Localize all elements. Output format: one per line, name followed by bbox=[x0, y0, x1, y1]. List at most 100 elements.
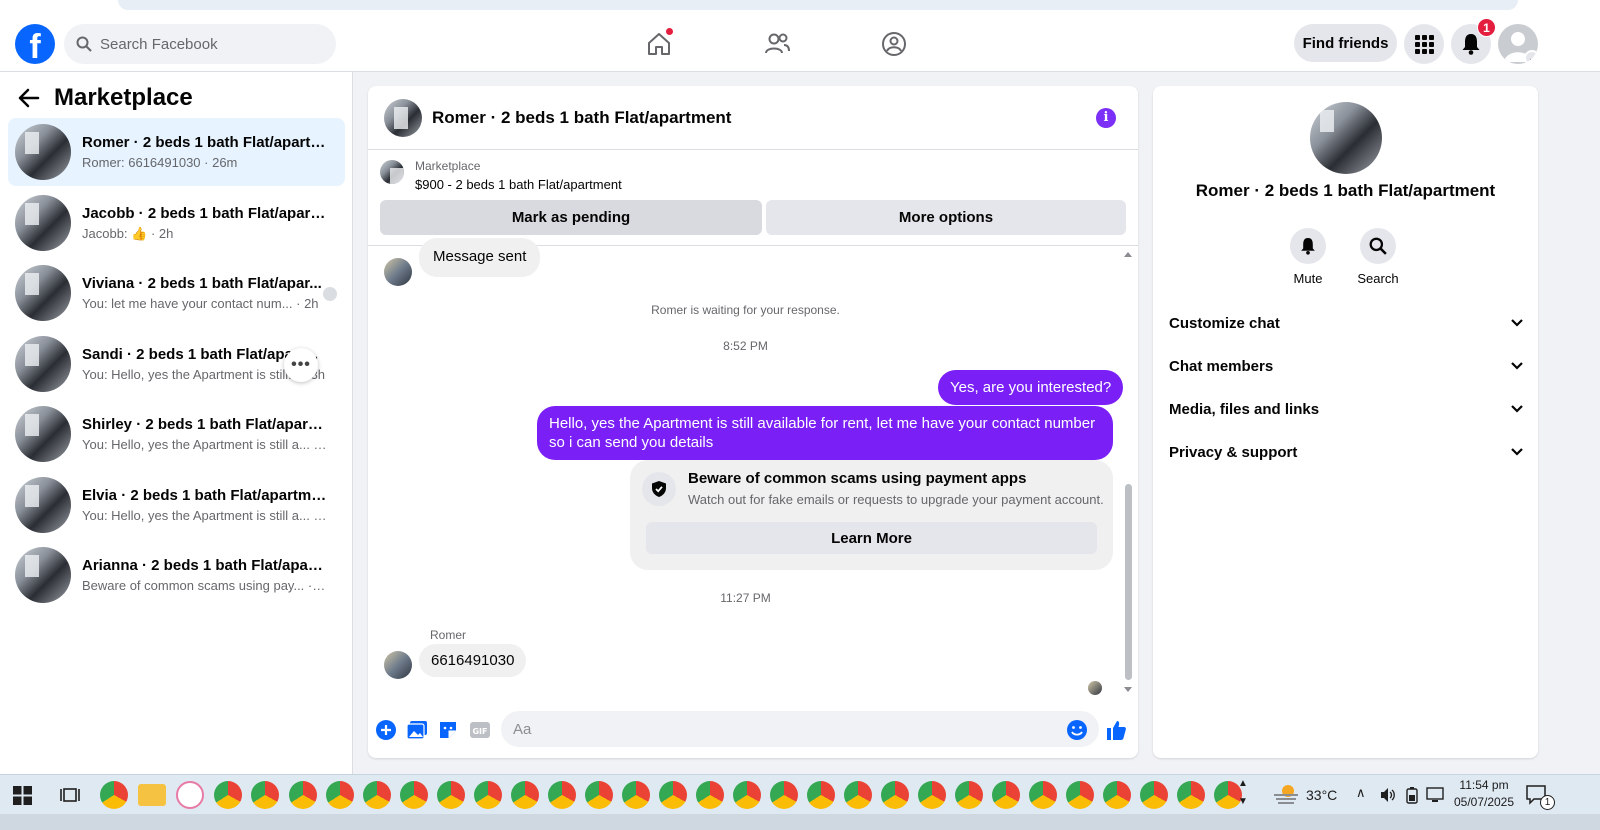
chrome-profile-icon[interactable] bbox=[437, 781, 465, 809]
chrome-profile-icon[interactable] bbox=[844, 781, 872, 809]
windows-taskbar: ▲ ▼ 33°C ∧ 11:54 pm 05/07/2025 1 bbox=[0, 774, 1600, 814]
battery-icon[interactable] bbox=[1405, 786, 1419, 804]
clock-time[interactable]: 11:54 pm bbox=[1452, 778, 1516, 792]
message-input[interactable] bbox=[501, 711, 1099, 747]
marketplace-sidebar: Marketplace Romer · 2 beds 1 bath Flat/a… bbox=[0, 72, 353, 774]
conversation-item[interactable]: Romer · 2 beds 1 bath Flat/apartm... Rome… bbox=[8, 118, 345, 186]
timestamp: 11:27 PM bbox=[720, 591, 771, 605]
conversation-item[interactable]: Viviana · 2 beds 1 bath Flat/apar... You:… bbox=[8, 259, 345, 327]
sticker-icon[interactable] bbox=[436, 718, 460, 742]
windows-start-icon[interactable] bbox=[13, 786, 32, 805]
chrome-profile-icon[interactable] bbox=[474, 781, 502, 809]
account-avatar[interactable]: ⌄ bbox=[1498, 24, 1538, 64]
chrome-profile-icon[interactable] bbox=[289, 781, 317, 809]
nav-friends[interactable] bbox=[757, 26, 797, 62]
conversation-item[interactable]: Shirley · 2 beds 1 bath Flat/apartm... Yo… bbox=[8, 400, 345, 468]
chrome-profile-icon[interactable] bbox=[622, 781, 650, 809]
media-files-links-section[interactable]: Media, files and links bbox=[1169, 389, 1524, 429]
scroll-down-arrow-icon[interactable] bbox=[1124, 687, 1132, 692]
chrome-profile-icon[interactable] bbox=[770, 781, 798, 809]
chrome-profile-icon[interactable] bbox=[807, 781, 835, 809]
file-explorer-icon[interactable] bbox=[138, 784, 166, 806]
task-view-icon[interactable] bbox=[60, 786, 80, 804]
chrome-profile-icon[interactable] bbox=[1029, 781, 1057, 809]
privacy-support-section[interactable]: Privacy & support bbox=[1169, 432, 1524, 472]
chrome-profile-icon[interactable] bbox=[511, 781, 539, 809]
find-friends-button[interactable]: Find friends bbox=[1294, 24, 1397, 62]
thread-scrollbar[interactable] bbox=[1125, 484, 1132, 680]
scroll-up-arrow-icon[interactable] bbox=[1124, 252, 1132, 257]
menu-button[interactable] bbox=[1404, 24, 1444, 64]
thumbs-up-icon[interactable] bbox=[1104, 718, 1128, 742]
chrome-profile-icon[interactable] bbox=[659, 781, 687, 809]
learn-more-button[interactable]: Learn More bbox=[646, 522, 1097, 554]
chrome-profile-icon[interactable] bbox=[696, 781, 724, 809]
chrome-profile-icon[interactable] bbox=[1140, 781, 1168, 809]
chrome-profile-icon[interactable] bbox=[214, 781, 242, 809]
network-icon[interactable] bbox=[1426, 787, 1444, 803]
chrome-profile-icon[interactable] bbox=[1177, 781, 1205, 809]
seen-avatar-icon bbox=[323, 287, 337, 301]
snipping-tool-icon[interactable] bbox=[176, 781, 204, 809]
chrome-profile-icon[interactable] bbox=[1103, 781, 1131, 809]
nav-groups[interactable] bbox=[874, 26, 914, 62]
volume-icon[interactable] bbox=[1380, 787, 1396, 803]
photo-icon[interactable] bbox=[405, 718, 429, 742]
gif-icon[interactable]: GIF bbox=[468, 718, 492, 742]
chrome-profile-icon[interactable] bbox=[326, 781, 354, 809]
listing-price[interactable]: $900 - 2 beds 1 bath Flat/apartment bbox=[415, 177, 622, 192]
back-arrow-icon[interactable] bbox=[18, 88, 40, 108]
screen-bottom-edge bbox=[0, 814, 1600, 830]
conversation-item[interactable]: Elvia · 2 beds 1 bath Flat/apartment You:… bbox=[8, 471, 345, 539]
friends-icon bbox=[765, 33, 790, 54]
chrome-app-icon[interactable] bbox=[100, 781, 128, 809]
conversation-item[interactable]: Jacobb · 2 beds 1 bath Flat/apartm... Jac… bbox=[8, 189, 345, 257]
chrome-profile-icon[interactable] bbox=[585, 781, 613, 809]
message-bubble-outgoing[interactable]: Yes, are you interested? bbox=[938, 370, 1124, 405]
chat-title[interactable]: Romer · 2 beds 1 bath Flat/apartment bbox=[432, 108, 731, 128]
address-bar[interactable] bbox=[118, 0, 1518, 10]
conversation-item[interactable]: Arianna · 2 beds 1 bath Flat/apart... Bew… bbox=[8, 541, 345, 609]
chrome-profile-icon[interactable] bbox=[955, 781, 983, 809]
weather-temperature[interactable]: 33°C bbox=[1306, 787, 1337, 803]
nav-home[interactable] bbox=[639, 26, 679, 62]
chrome-profile-icon[interactable] bbox=[881, 781, 909, 809]
clock-date[interactable]: 05/07/2025 bbox=[1452, 795, 1516, 809]
chrome-profile-icon[interactable] bbox=[548, 781, 576, 809]
conversation-snippet: You: let me have your contact num... · 2… bbox=[82, 296, 319, 311]
chat-members-section[interactable]: Chat members bbox=[1169, 346, 1524, 386]
facebook-logo[interactable]: f bbox=[15, 24, 55, 64]
mute-action[interactable]: Mute bbox=[1278, 228, 1338, 286]
customize-chat-section[interactable]: Customize chat bbox=[1169, 303, 1524, 343]
more-options-button[interactable]: More options bbox=[766, 200, 1126, 235]
chrome-profile-icon[interactable] bbox=[251, 781, 279, 809]
warning-description: Watch out for fake emails or requests to… bbox=[688, 492, 1104, 507]
chrome-profile-icon[interactable] bbox=[363, 781, 391, 809]
plus-icon[interactable] bbox=[374, 718, 398, 742]
chrome-profile-icon[interactable] bbox=[918, 781, 946, 809]
conversation-title: Viviana · 2 beds 1 bath Flat/apar... bbox=[82, 275, 322, 292]
chat-avatar[interactable] bbox=[384, 98, 422, 137]
search-action[interactable]: Search bbox=[1348, 228, 1408, 286]
conversation-more-button[interactable]: ••• bbox=[284, 348, 318, 382]
listing-large-thumbnail[interactable] bbox=[1310, 102, 1382, 174]
search-facebook[interactable]: Search Facebook bbox=[64, 24, 336, 64]
listing-thumbnail bbox=[15, 265, 71, 321]
message-bubble-outgoing[interactable]: Hello, yes the Apartment is still availa… bbox=[537, 406, 1113, 460]
weather-icon[interactable] bbox=[1272, 783, 1300, 805]
listing-thumbnail[interactable] bbox=[380, 160, 404, 184]
chevron-up-icon[interactable]: ∧ bbox=[1356, 785, 1366, 801]
mark-as-pending-button[interactable]: Mark as pending bbox=[380, 200, 762, 235]
chrome-profile-icon[interactable] bbox=[992, 781, 1020, 809]
notifications-button[interactable]: 1 bbox=[1451, 18, 1496, 64]
info-icon[interactable]: i bbox=[1096, 108, 1116, 128]
message-bubble-incoming[interactable]: 6616491030 bbox=[419, 644, 527, 677]
svg-text:GIF: GIF bbox=[472, 727, 487, 736]
sender-avatar bbox=[384, 651, 412, 679]
chrome-profile-icon[interactable] bbox=[1066, 781, 1094, 809]
message-thread: Message sent Romer is waiting for your r… bbox=[368, 238, 1138, 702]
chrome-profile-icon[interactable] bbox=[733, 781, 761, 809]
taskbar-scroll-arrows-icon[interactable]: ▲ ▼ bbox=[1238, 775, 1248, 811]
emoji-icon[interactable] bbox=[1065, 718, 1089, 742]
chrome-profile-icon[interactable] bbox=[400, 781, 428, 809]
